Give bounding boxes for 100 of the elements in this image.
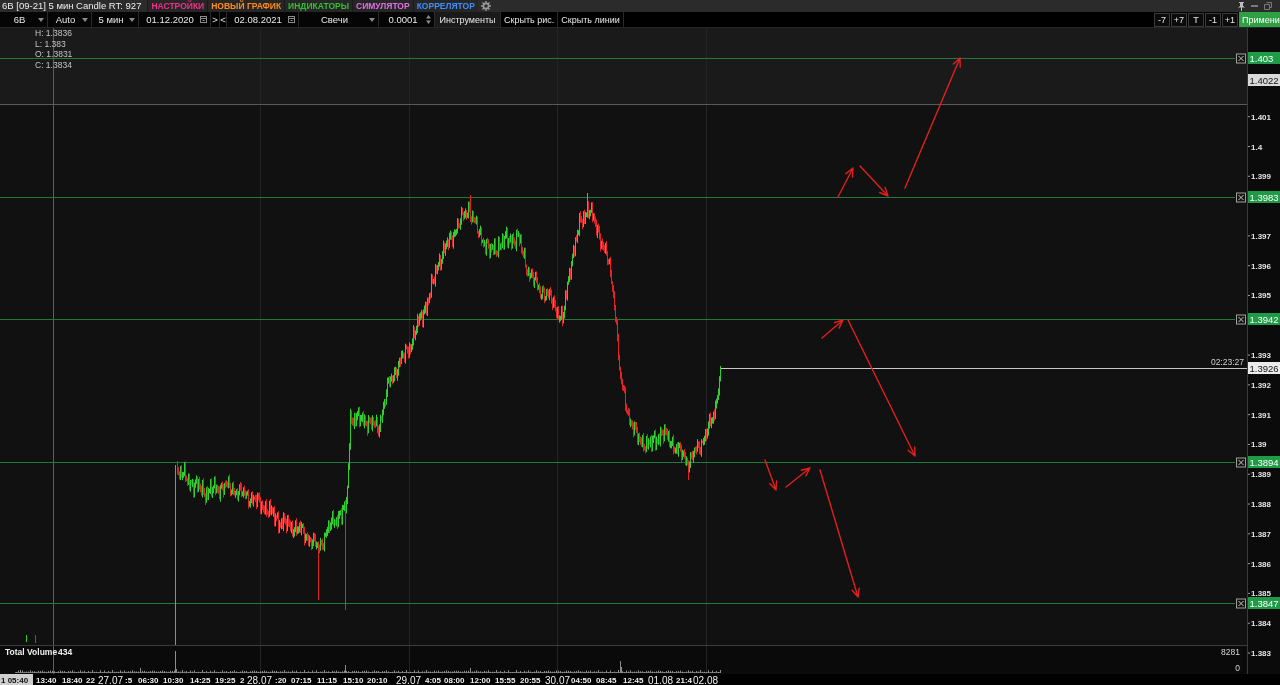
step-button[interactable]: +1 xyxy=(1222,13,1238,27)
pin-icon[interactable] xyxy=(1238,1,1245,11)
menu-item[interactable]: КОРРЕЛЯТОР xyxy=(412,0,478,12)
time-label: 08:45 xyxy=(596,676,617,685)
close-icon[interactable] xyxy=(1236,192,1246,203)
close-icon[interactable] xyxy=(1236,314,1246,325)
step-button[interactable]: -7 xyxy=(1154,13,1170,27)
step-button[interactable]: +7 xyxy=(1171,13,1187,27)
date-label: 27.07 xyxy=(98,674,124,685)
axis-label: 1.395 xyxy=(1251,291,1272,301)
time-label: 13:40 xyxy=(36,676,57,685)
axis-label: 1.386 xyxy=(1251,559,1272,569)
date-label: 28.07 xyxy=(247,674,273,685)
gear-icon[interactable] xyxy=(480,1,491,11)
countdown-label: 02:23:27 xyxy=(1210,357,1244,367)
arrow xyxy=(859,165,889,197)
axis-label: 0 xyxy=(1235,663,1240,673)
dropdown[interactable]: Auto xyxy=(48,12,92,27)
nav-button[interactable]: > xyxy=(211,12,220,27)
time-label: 10:30 xyxy=(163,676,184,685)
calendar-icon[interactable] xyxy=(288,16,295,23)
window-title: 6B [09-21] 5 мин Candle RT: 927 xyxy=(1,0,143,12)
menu-item[interactable]: СИМУЛЯТОР xyxy=(352,0,413,12)
ohlc-label: O: 1.3831 xyxy=(35,49,73,59)
close-icon[interactable] xyxy=(1236,457,1246,468)
time-label: 07:15 xyxy=(291,676,312,685)
date-label: 01.08 xyxy=(648,674,674,685)
step-button[interactable]: T xyxy=(1188,13,1204,27)
caret-icon xyxy=(369,17,375,22)
axis-label: 1.392 xyxy=(1251,380,1272,390)
time-label: 04:50 xyxy=(571,676,592,685)
time-label: 08:00 xyxy=(444,676,465,685)
close-icon[interactable] xyxy=(1236,53,1246,64)
time-label: 15:55 xyxy=(495,676,516,685)
time-label: 20:55 xyxy=(520,676,541,685)
axis-label: 1.4 xyxy=(1251,142,1263,152)
spinner-icon[interactable] xyxy=(426,15,431,24)
arrow xyxy=(837,167,854,198)
ohlc-label: H: 1.3836 xyxy=(35,28,72,38)
price-tag: 1.403 xyxy=(1248,52,1280,64)
axis-label: 1.397 xyxy=(1251,231,1272,241)
close-icon[interactable] xyxy=(1236,598,1246,609)
arrow xyxy=(785,467,811,488)
step-button[interactable]: -1 xyxy=(1205,13,1221,27)
cursor-time-label: 1 05:40 xyxy=(0,674,33,685)
arrow xyxy=(764,459,778,491)
caret-icon xyxy=(38,17,44,22)
menu-item[interactable]: ИНДИКАТОРЫ xyxy=(284,0,352,12)
time-label: 14:25 xyxy=(190,676,211,685)
dropdown[interactable]: Свечи xyxy=(299,12,379,27)
axis-label: 1.388 xyxy=(1251,500,1272,510)
axis-label: 1.396 xyxy=(1251,261,1272,271)
time-label: 4:05 xyxy=(425,676,441,685)
price-tag: 1.3847 xyxy=(1248,597,1280,609)
time-label: 12:45 xyxy=(623,676,644,685)
axis-label: 1.391 xyxy=(1251,410,1272,420)
date-label: 02.08 xyxy=(693,674,719,685)
axis-label: 1.393 xyxy=(1251,351,1272,361)
date-label: 30.07 xyxy=(545,674,571,685)
time-label: 22 xyxy=(86,676,95,685)
time-label: 11:15 xyxy=(317,676,338,685)
number-field[interactable]: 0.0001 xyxy=(379,12,435,27)
price-tag: 1.3894 xyxy=(1248,456,1280,468)
time-label: 18:40 xyxy=(62,676,83,685)
date-field[interactable]: 01.12.2020 xyxy=(139,12,211,27)
menu-item[interactable]: НОВЫЙ ГРАФИК xyxy=(207,0,285,12)
dropdown[interactable]: 5 мин xyxy=(92,12,139,27)
volume-value: 434 xyxy=(58,647,73,657)
volume-label: Total Volume xyxy=(5,647,58,657)
axis-label: 1.384 xyxy=(1251,619,1272,629)
time-label: 15:10 xyxy=(343,676,364,685)
time-label: 2 xyxy=(240,676,245,685)
caret-icon xyxy=(129,17,135,22)
date-label: 29.07 xyxy=(396,674,422,685)
ohlc-label: C: 1.3834 xyxy=(35,59,72,70)
price-tag: 1.3942 xyxy=(1248,313,1280,325)
time-label: :20 xyxy=(275,676,287,685)
price-tag: 1.4022 xyxy=(1248,74,1280,86)
axis-label: 1.39 xyxy=(1251,440,1267,450)
calendar-icon[interactable] xyxy=(200,16,207,23)
time-label: :5 xyxy=(125,676,133,685)
axis-label: 8281 xyxy=(1221,647,1240,657)
toolbar-button[interactable]: Скрыть рис. xyxy=(501,12,559,27)
date-field[interactable]: 02.08.2021 xyxy=(227,12,299,27)
axis-label: 1.387 xyxy=(1251,529,1272,539)
time-label: 06:30 xyxy=(138,676,159,685)
toolbar-button[interactable]: Инструменты xyxy=(435,12,501,27)
toolbar-button[interactable]: Скрыть линии xyxy=(558,12,624,27)
ohlc-label: L: 1.383 xyxy=(35,38,66,49)
restore-icon[interactable] xyxy=(1264,2,1272,10)
axis-label: 1.401 xyxy=(1251,112,1272,122)
time-label: 12:00 xyxy=(470,676,491,685)
dropdown[interactable]: 6B xyxy=(0,12,48,27)
time-label: 20:10 xyxy=(367,676,388,685)
current-price-tag: 1.3926 xyxy=(1248,362,1280,374)
arrow xyxy=(821,319,844,339)
caret-icon xyxy=(82,17,88,22)
axis-label: 1.389 xyxy=(1251,470,1272,480)
menu-item[interactable]: НАСТРОЙКИ xyxy=(147,0,208,12)
axis-label: 1.383 xyxy=(1251,649,1272,658)
